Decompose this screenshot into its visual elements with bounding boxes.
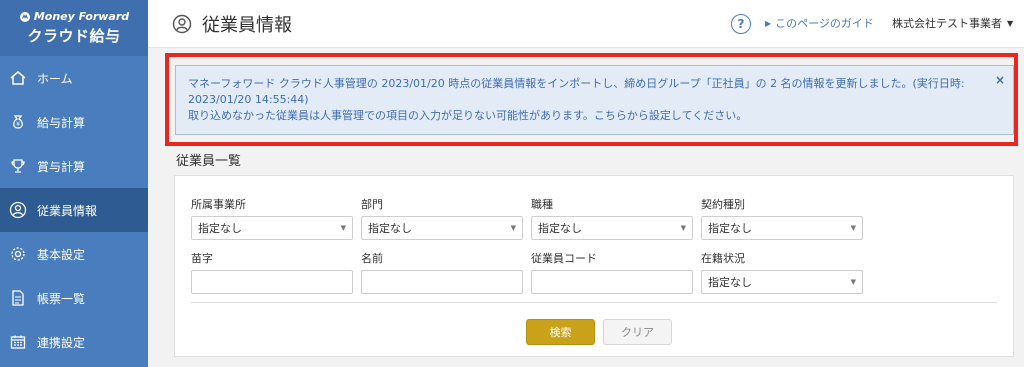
sidebar-item-label: ホーム bbox=[37, 71, 73, 86]
select-arrow-icon: ▼ bbox=[850, 278, 856, 286]
sidebar-item-label: 賞与計算 bbox=[37, 159, 86, 174]
section-title: 従業員一覧 bbox=[176, 154, 242, 169]
first-name-input[interactable] bbox=[361, 270, 523, 294]
last-name-label: 苗字 bbox=[191, 252, 213, 265]
import-notice: マネーフォワード クラウド人事管理の 2023/01/20 時点の従業員情報をイ… bbox=[175, 65, 1014, 135]
sidebar-item-bonus[interactable]: 賞与計算 bbox=[0, 144, 148, 188]
employee-icon bbox=[172, 14, 192, 34]
select-arrow-icon: ▼ bbox=[340, 224, 346, 232]
company-name: 株式会社テスト事業者 bbox=[892, 17, 1002, 30]
office-label: 所属事業所 bbox=[191, 198, 246, 211]
money-bag-icon: ¥ bbox=[8, 112, 28, 132]
sidebar-item-settings[interactable]: 基本設定 bbox=[0, 232, 148, 276]
sidebar-item-label: 従業員情報 bbox=[37, 203, 98, 218]
brand-top-text: Money Forward bbox=[33, 10, 130, 23]
company-selector[interactable]: 株式会社テスト事業者 ▼ bbox=[892, 15, 1013, 31]
department-filter: 部門 指定なし ▼ bbox=[361, 196, 523, 240]
sidebar-item-label: 連携設定 bbox=[37, 335, 86, 350]
employee-code-input[interactable] bbox=[531, 270, 693, 294]
money-forward-logo-icon bbox=[19, 11, 30, 22]
brand-logo[interactable]: Money Forward クラウド給与 bbox=[0, 0, 148, 56]
sidebar-item-employee-info[interactable]: 従業員情報 bbox=[0, 188, 148, 232]
department-select[interactable]: 指定なし ▼ bbox=[361, 216, 523, 240]
sidebar-item-label: 帳票一覧 bbox=[37, 291, 86, 306]
contract-filter: 契約種別 指定なし ▼ bbox=[701, 196, 863, 240]
employee-code-label: 従業員コード bbox=[531, 252, 597, 265]
select-arrow-icon: ▼ bbox=[510, 224, 516, 232]
notice-line-3: 取り込めなかった従業員は人事管理での項目の入力が足りない可能性があります。こちら… bbox=[188, 109, 748, 122]
office-filter: 所属事業所 指定なし ▼ bbox=[191, 196, 353, 240]
search-button[interactable]: 検索 bbox=[526, 319, 595, 345]
first-name-label: 名前 bbox=[361, 252, 383, 265]
job-filter: 職種 指定なし ▼ bbox=[531, 196, 693, 240]
notice-line-1: マネーフォワード クラウド人事管理の 2023/01/20 時点の従業員情報をイ… bbox=[188, 77, 965, 90]
page-header: 従業員情報 ? ▶ このページのガイド 株式会社テスト事業者 ▼ bbox=[148, 0, 1024, 48]
contract-label: 契約種別 bbox=[701, 198, 745, 211]
employee-code-filter: 従業員コード bbox=[531, 250, 693, 294]
sidebar-item-documents[interactable]: 帳票一覧 bbox=[0, 276, 148, 320]
document-icon bbox=[8, 288, 28, 308]
department-label: 部門 bbox=[361, 198, 383, 211]
status-select[interactable]: 指定なし ▼ bbox=[701, 270, 863, 294]
first-name-filter: 名前 bbox=[361, 250, 523, 294]
last-name-input[interactable] bbox=[191, 270, 353, 294]
status-label: 在籍状況 bbox=[701, 252, 745, 265]
job-label: 職種 bbox=[531, 198, 553, 211]
trophy-icon bbox=[8, 156, 28, 176]
home-icon bbox=[8, 68, 28, 88]
contract-select[interactable]: 指定なし ▼ bbox=[701, 216, 863, 240]
office-select[interactable]: 指定なし ▼ bbox=[191, 216, 353, 240]
calendar-icon bbox=[8, 332, 28, 352]
job-select[interactable]: 指定なし ▼ bbox=[531, 216, 693, 240]
caret-down-icon: ▼ bbox=[1007, 18, 1014, 28]
last-name-filter: 苗字 bbox=[191, 250, 353, 294]
job-select-value: 指定なし bbox=[538, 222, 582, 235]
sidebar-item-integration[interactable]: 連携設定 bbox=[0, 320, 148, 364]
brand-bottom-text: クラウド給与 bbox=[27, 27, 121, 45]
svg-text:¥: ¥ bbox=[16, 121, 20, 128]
help-icon[interactable]: ? bbox=[731, 14, 751, 34]
filter-panel: 所属事業所 指定なし ▼ 部門 指定なし ▼ 職種 指定なし ▼ 契約種別 指定… bbox=[174, 175, 1014, 357]
page-title: 従業員情報 bbox=[202, 14, 292, 36]
select-arrow-icon: ▼ bbox=[850, 224, 856, 232]
contract-select-value: 指定なし bbox=[708, 222, 752, 235]
divider bbox=[191, 302, 997, 303]
sidebar-item-payroll[interactable]: ¥ 給与計算 bbox=[0, 100, 148, 144]
department-select-value: 指定なし bbox=[368, 222, 412, 235]
triangle-right-icon: ▶ bbox=[765, 18, 772, 28]
sidebar: Money Forward クラウド給与 ホーム ¥ 給与計算 賞与計算 従業員… bbox=[0, 0, 148, 367]
sidebar-item-label: 基本設定 bbox=[37, 247, 86, 262]
notice-line-2: 2023/01/20 14:55:44) bbox=[188, 93, 309, 106]
clear-button[interactable]: クリア bbox=[603, 319, 672, 345]
employee-icon bbox=[8, 200, 28, 220]
office-select-value: 指定なし bbox=[198, 222, 242, 235]
status-filter: 在籍状況 指定なし ▼ bbox=[701, 250, 863, 294]
gear-icon bbox=[8, 244, 28, 264]
page-guide-label: このページのガイド bbox=[775, 17, 874, 30]
sidebar-item-home[interactable]: ホーム bbox=[0, 56, 148, 100]
sidebar-item-label: 給与計算 bbox=[37, 115, 86, 130]
status-select-value: 指定なし bbox=[708, 276, 752, 289]
select-arrow-icon: ▼ bbox=[680, 224, 686, 232]
main-content: 従業員情報 ? ▶ このページのガイド 株式会社テスト事業者 ▼ マネーフォワー… bbox=[148, 0, 1024, 367]
close-icon[interactable]: × bbox=[995, 72, 1005, 88]
page-guide-link[interactable]: ▶ このページのガイド bbox=[765, 15, 874, 31]
